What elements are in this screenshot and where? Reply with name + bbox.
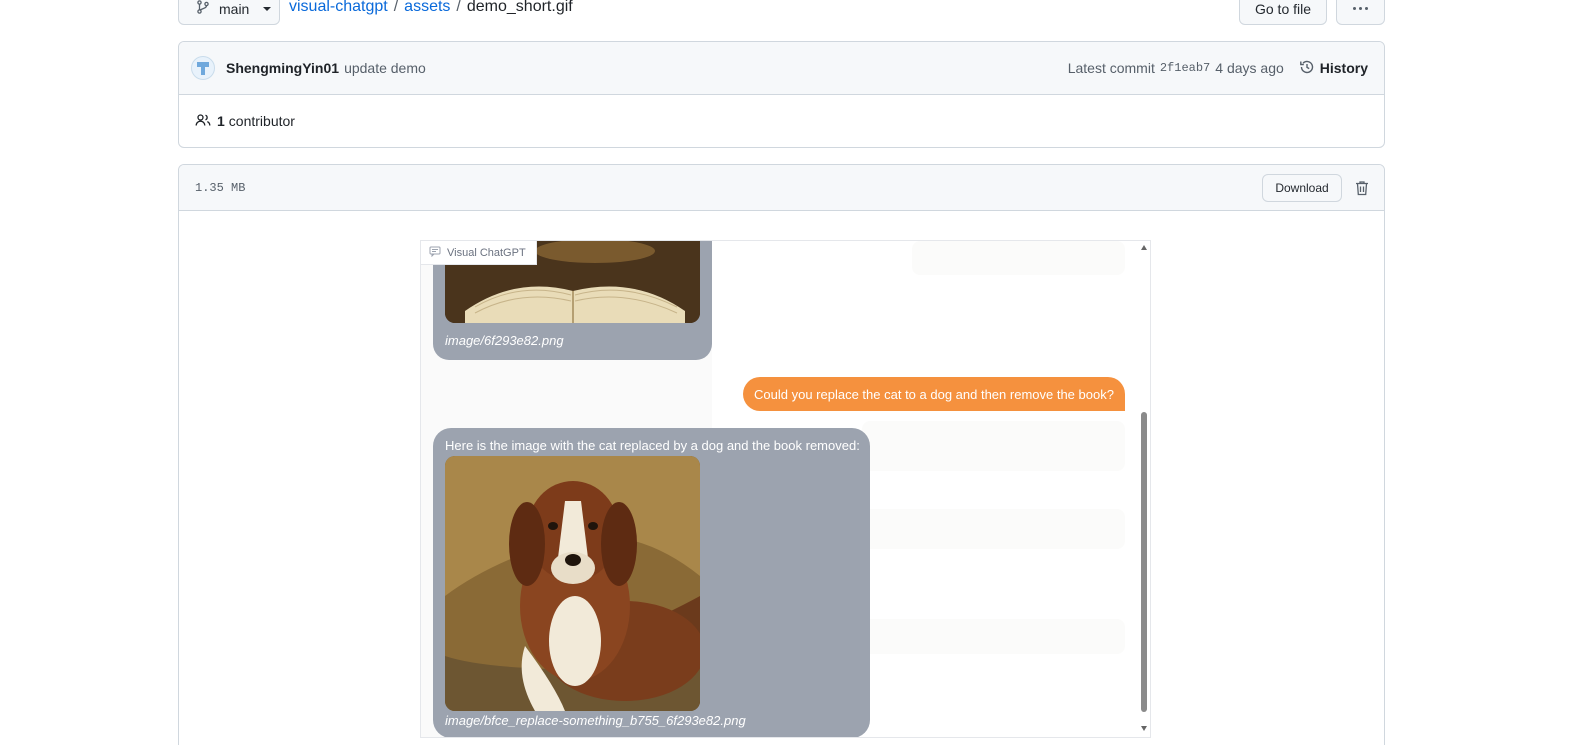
image-caption: image/6f293e82.png: [445, 333, 564, 348]
app-label: Visual ChatGPT: [421, 241, 537, 265]
latest-commit-box: ShengmingYin01 update demo Latest commit…: [178, 41, 1385, 148]
go-to-file-button[interactable]: Go to file: [1239, 0, 1327, 25]
faint-panel: [862, 619, 1125, 654]
chat-scrollbar[interactable]: [1138, 241, 1150, 737]
trash-icon[interactable]: [1354, 180, 1370, 196]
commit-row: ShengmingYin01 update demo Latest commit…: [179, 42, 1384, 95]
kebab-dot: [1365, 7, 1368, 10]
faint-panel: [862, 509, 1125, 549]
commit-meta: Latest commit 2f1eab7 4 days ago History: [1068, 59, 1368, 78]
history-icon: [1299, 59, 1315, 78]
scroll-up-icon[interactable]: [1141, 245, 1147, 250]
scroll-down-icon[interactable]: [1141, 726, 1147, 731]
breadcrumb-current-file: demo_short.gif: [466, 0, 573, 15]
breadcrumb-separator: /: [456, 0, 461, 15]
scroll-thumb[interactable]: [1141, 412, 1147, 712]
gif-preview: Visual ChatGPT image/6f293e82.png Could …: [420, 240, 1151, 738]
faint-panel: [862, 421, 1125, 471]
history-button[interactable]: History: [1299, 59, 1368, 78]
kebab-dot: [1359, 7, 1362, 10]
commit-age: 4 days ago: [1215, 60, 1284, 76]
branch-selector-button[interactable]: main: [178, 0, 280, 25]
commit-message[interactable]: update demo: [344, 60, 426, 76]
bot-message: Here is the image with the cat replaced …: [433, 428, 870, 737]
people-icon: [195, 112, 211, 131]
download-button[interactable]: Download: [1262, 173, 1342, 202]
contributor-label: contributor: [228, 113, 295, 129]
avatar[interactable]: [191, 56, 215, 80]
contributors-row[interactable]: 1 contributor: [179, 95, 1384, 147]
more-options-button[interactable]: [1336, 0, 1385, 25]
file-header: 1.35 MB Download: [179, 165, 1384, 211]
app-label-text: Visual ChatGPT: [447, 246, 526, 259]
bot-message-text: Here is the image with the cat replaced …: [445, 438, 860, 453]
commit-sha[interactable]: 2f1eab7: [1160, 61, 1210, 75]
latest-commit-label: Latest commit: [1067, 60, 1155, 76]
breadcrumb-folder-link[interactable]: assets: [404, 0, 450, 16]
breadcrumb-separator: /: [393, 0, 399, 15]
dog-image: [445, 456, 700, 711]
file-navigation: main visual-chatgpt / assets / demo_shor…: [178, 0, 1385, 26]
faint-panel: [912, 241, 1125, 275]
breadcrumb: visual-chatgpt / assets / demo_short.gif: [289, 0, 573, 16]
chevron-down-icon: [263, 6, 272, 11]
chat-icon: [429, 246, 441, 260]
history-label: History: [1319, 60, 1368, 76]
image-caption: image/bfce_replace-something_b755_6f293e…: [445, 713, 746, 728]
user-message: Could you replace the cat to a dog and t…: [743, 377, 1125, 411]
breadcrumb-repo-link[interactable]: visual-chatgpt: [289, 0, 388, 16]
branch-name: main: [219, 0, 250, 17]
commit-author[interactable]: ShengmingYin01: [226, 60, 339, 76]
git-branch-icon: [195, 0, 211, 18]
file-size: 1.35 MB: [195, 180, 246, 195]
kebab-horizontal-icon: [1353, 7, 1356, 10]
contributor-count: 1: [217, 113, 225, 129]
